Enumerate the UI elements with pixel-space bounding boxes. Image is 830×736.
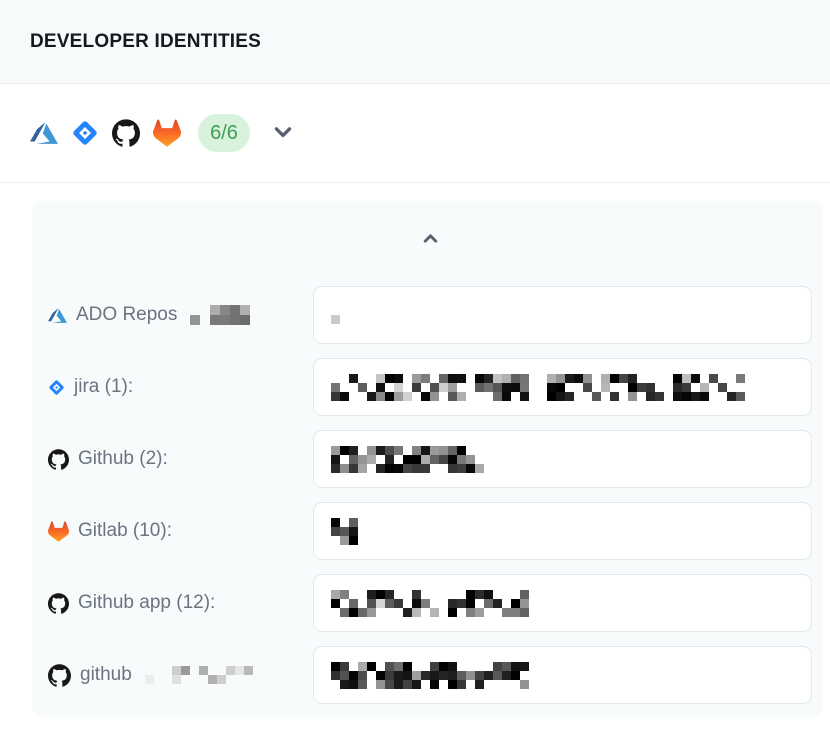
identity-label: ADO Repos bbox=[48, 304, 313, 326]
identity-row-github: Github (2): bbox=[48, 430, 812, 488]
identity-label-text: github bbox=[80, 664, 132, 686]
identity-row-jira: jira (1): bbox=[48, 358, 812, 416]
redacted-value bbox=[331, 306, 349, 324]
identity-label-text: Github app (12): bbox=[78, 592, 215, 614]
identity-label-text: Gitlab (10): bbox=[78, 520, 172, 542]
identities-summary-bar: 6/6 bbox=[0, 84, 830, 183]
identity-label: jira (1): bbox=[48, 376, 313, 398]
identity-label: Github app (12): bbox=[48, 592, 313, 614]
identity-value-input[interactable] bbox=[313, 286, 812, 344]
identity-row-gitlab: Gitlab (10): bbox=[48, 502, 812, 560]
redacted-value bbox=[331, 662, 529, 689]
identity-label: github bbox=[48, 664, 313, 687]
page-title: DEVELOPER IDENTITIES bbox=[30, 31, 261, 53]
identities-count-badge: 6/6 bbox=[198, 114, 250, 152]
redacted-value bbox=[331, 446, 484, 473]
identity-value-input[interactable] bbox=[313, 358, 812, 416]
identities-panel: ADO Repos jira (1): G bbox=[32, 201, 823, 717]
redacted-text bbox=[145, 666, 253, 684]
redacted-text bbox=[190, 305, 270, 325]
github-icon bbox=[112, 119, 140, 147]
redacted-value bbox=[331, 374, 745, 401]
redacted-value bbox=[331, 590, 529, 617]
identity-label: Github (2): bbox=[48, 448, 313, 470]
collapse-panel-button[interactable] bbox=[412, 229, 448, 251]
identity-rows: ADO Repos jira (1): G bbox=[48, 286, 812, 704]
redacted-value bbox=[331, 518, 358, 545]
gitlab-icon bbox=[153, 119, 181, 147]
github-icon bbox=[48, 664, 71, 687]
gitlab-icon bbox=[48, 521, 69, 542]
azure-devops-icon bbox=[48, 306, 67, 325]
chevron-down-icon bbox=[270, 119, 296, 148]
identity-value-input[interactable] bbox=[313, 574, 812, 632]
expand-collapse-button[interactable] bbox=[269, 119, 297, 147]
identity-label-text: ADO Repos bbox=[76, 304, 177, 326]
identity-row-github-user: github bbox=[48, 646, 812, 704]
identity-row-github-app: Github app (12): bbox=[48, 574, 812, 632]
section-header: DEVELOPER IDENTITIES bbox=[0, 0, 830, 84]
identity-label-text: Github (2): bbox=[78, 448, 168, 470]
identity-row-ado-repos: ADO Repos bbox=[48, 286, 812, 344]
github-icon bbox=[48, 449, 69, 470]
github-icon bbox=[48, 593, 69, 614]
identity-value-input[interactable] bbox=[313, 430, 812, 488]
identity-value-input[interactable] bbox=[313, 646, 812, 704]
identity-value-input[interactable] bbox=[313, 502, 812, 560]
jira-icon bbox=[48, 379, 65, 396]
identity-label-text: jira (1): bbox=[74, 376, 133, 398]
identity-label: Gitlab (10): bbox=[48, 520, 313, 542]
chevron-up-icon bbox=[420, 228, 441, 252]
jira-icon bbox=[71, 119, 99, 147]
azure-devops-icon bbox=[30, 119, 58, 147]
